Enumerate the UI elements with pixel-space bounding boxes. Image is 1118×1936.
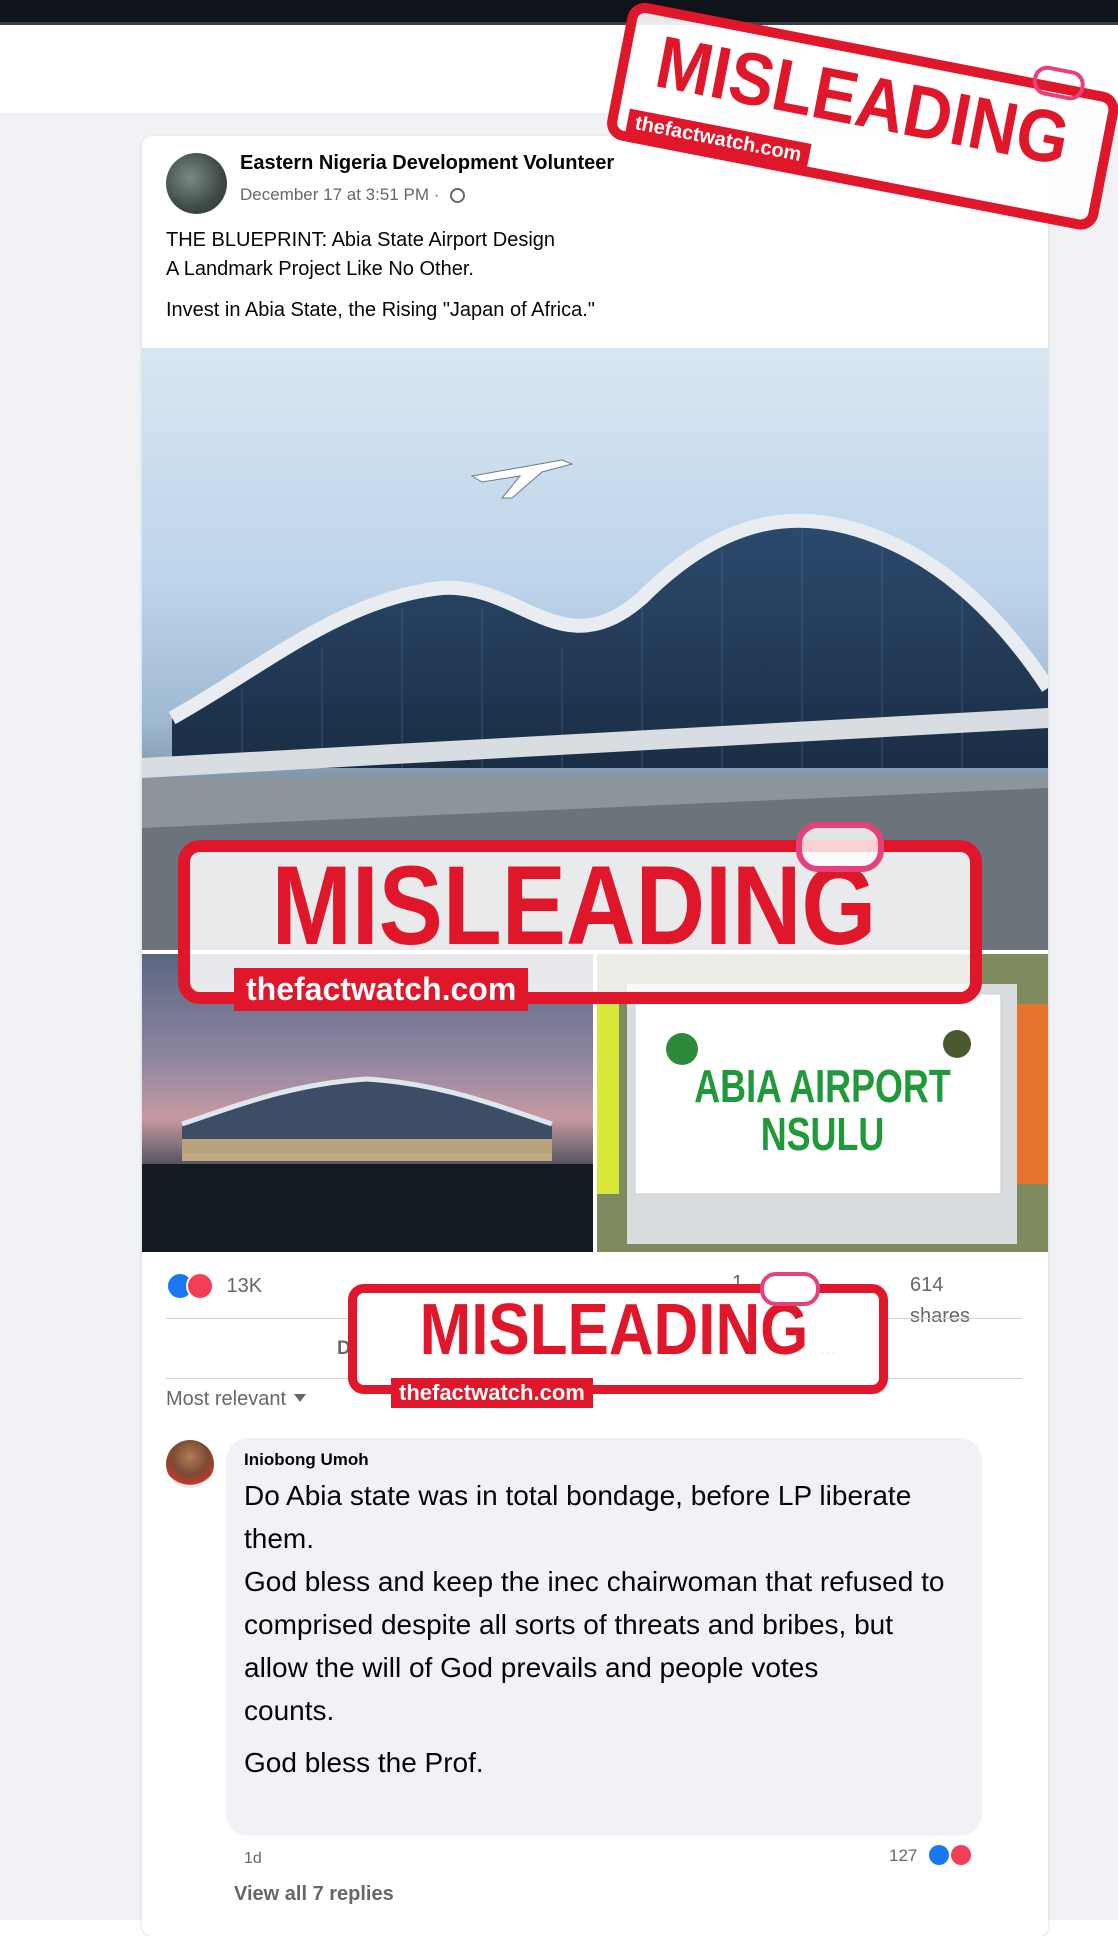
comment-line: God bless the Prof. [244,1747,484,1778]
caret-down-icon [294,1394,307,1402]
shares-label: shares [910,1305,971,1327]
comment-reactions-count[interactable]: 127 [889,1846,917,1866]
comment-text: Do Abia state was in total bondage, befo… [244,1474,964,1784]
misleading-stamp-middle: MISLEADING thefactwatch.com [174,822,984,1012]
coat-of-arms-icon [666,1033,698,1065]
commenter-avatar[interactable] [166,1440,214,1488]
shares-count[interactable]: 614 shares [910,1270,970,1332]
stamp-site-middle: thefactwatch.com [234,968,529,1011]
comment-line: counts. [244,1695,335,1726]
post-timestamp[interactable]: December 17 at 3:51 PM · [240,185,439,204]
globe-icon [450,188,466,203]
stamp-site-bottom: thefactwatch.com [391,1378,593,1408]
misleading-stamp-bottom: MISLEADING thefactwatch.com [346,1272,888,1412]
shares-number: 614 [910,1274,944,1296]
post-text-line: Invest in Abia State, the Rising "Japan … [166,299,595,321]
airplane-icon [470,459,574,499]
post-text-line: A Landmark Project Like No Other. [166,258,474,280]
post-meta: December 17 at 3:51 PM · [240,185,466,205]
sign-line-2: NSULU [760,1108,885,1160]
comment-sort-label: Most relevant [166,1388,287,1410]
sign-line-1: ABIA AIRPORT [694,1060,951,1112]
page-avatar[interactable] [166,153,227,214]
view-replies-link[interactable]: View all 7 replies [234,1883,394,1906]
binoculars-icon-bottom [760,1272,820,1306]
state-logo-icon [943,1030,971,1058]
window-top-bar [0,0,1118,22]
reactions-summary[interactable]: 13K [166,1272,262,1300]
sign-text: ABIA AIRPORT NSULU [647,1062,999,1158]
love-icon [186,1272,214,1300]
comment-line: Do Abia state was in total bondage, befo… [244,1480,912,1554]
reactions-count: 13K [226,1274,263,1297]
comment-time[interactable]: 1d [244,1850,262,1868]
comment-author[interactable]: Iniobong Umoh [244,1450,369,1470]
comment-line: God bless and keep the inec chairwoman t… [244,1566,945,1683]
page-name-link[interactable]: Eastern Nigeria Development Volunteer [240,152,614,175]
binoculars-icon-middle [796,822,884,872]
comment-love-icon [951,1845,971,1865]
comment-sort-dropdown[interactable]: Most relevant [166,1388,307,1411]
comment-like-icon [929,1845,949,1865]
